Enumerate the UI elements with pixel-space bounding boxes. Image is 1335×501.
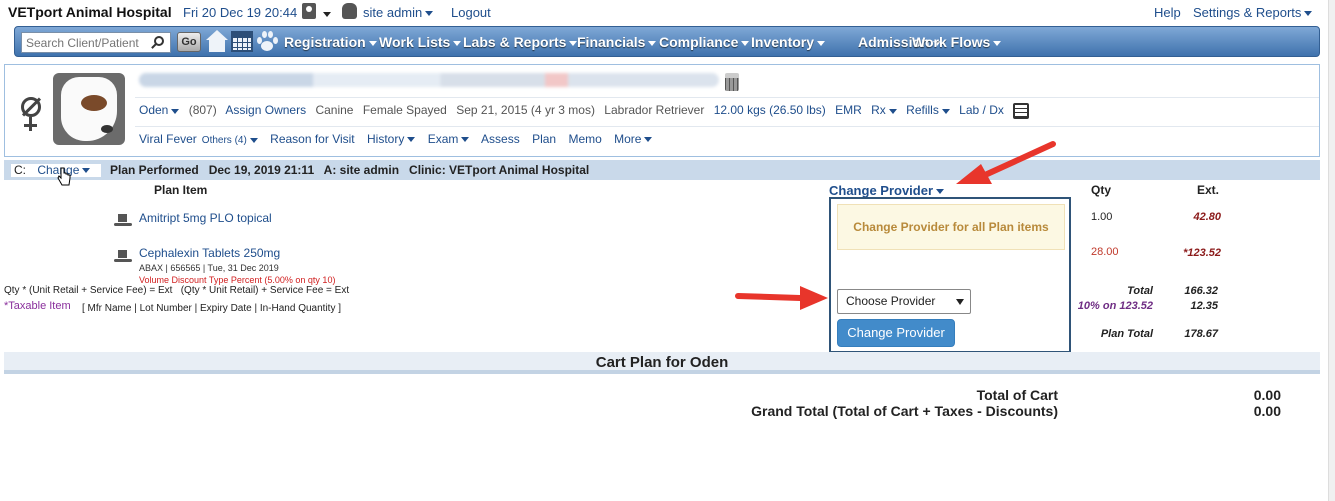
app-title: VETport Animal Hospital [8,4,172,20]
provider-select[interactable]: Choose Provider [837,289,971,314]
nav-compliance[interactable]: Compliance [659,34,749,50]
rx-menu[interactable]: Rx [871,103,897,117]
patient-photo[interactable] [53,73,125,145]
nav-inventory[interactable]: Inventory [751,34,825,50]
shield-user-icon [342,3,357,19]
user-profile-icon[interactable] [302,3,316,19]
forklift-icon [114,213,132,227]
clipboard-icon[interactable] [1013,103,1030,119]
more-menu[interactable]: More [614,132,652,146]
nav-work-flows[interactable]: Work Flows [912,34,1001,50]
qty-header: Qty [1091,183,1112,197]
plan-item-detail: ABAX | 656565 | Tue, 31 Dec 2019 [139,263,279,273]
nav-work-lists[interactable]: Work Lists [379,34,461,50]
plan-item-qty: 28.00 [1091,246,1119,258]
ext-formula-legend: Qty * (Unit Retail + Service Fee) = Ext … [4,285,350,296]
volume-discount-note: Volume Discount Type Percent (5.00% on q… [139,275,336,285]
others-menu[interactable]: Others (4) [202,135,258,146]
soap-links-row: Viral Fever Others (4) Reason for Visit H… [139,132,661,146]
change-provider-button[interactable]: Change Provider [837,319,955,347]
history-menu[interactable]: History [367,132,415,146]
female-spayed-icon [19,95,43,133]
assign-owners-link[interactable]: Assign Owners [225,103,306,117]
change-provider-menu[interactable]: Change Provider [829,183,944,198]
vertical-scrollbar[interactable] [1328,0,1335,501]
plan-item-header: Plan Item [154,183,208,197]
hand-cursor-icon [57,167,71,186]
reason-for-visit-link[interactable]: Reason for Visit [270,132,355,146]
discount-value: 12.35 [1190,300,1218,312]
search-icon[interactable] [154,36,164,46]
nav-financials[interactable]: Financials [577,34,656,50]
refills-menu[interactable]: Refills [906,103,950,117]
main-nav-bar: Go Registration Work Lists Labs & Report… [14,26,1320,57]
annotation-arrowhead-provider-select [800,286,828,310]
problem-link[interactable]: Viral Fever [139,132,197,146]
item-detail-legend: [ Mfr Name | Lot Number | Expiry Date | … [82,303,341,314]
plan-performed-info: Plan Performed Dec 19, 2019 21:11 A: sit… [110,163,590,177]
search-client-patient-input[interactable] [21,32,171,53]
total-value: 166.32 [1184,285,1218,297]
settings-reports-menu[interactable]: Settings & Reports [1193,5,1312,20]
calculator-icon[interactable] [725,73,739,91]
plan-total-label: Plan Total [1100,328,1153,340]
cart-plan-bar: Cart Plan for Oden [4,352,1320,374]
help-link[interactable]: Help [1154,5,1181,20]
breed: Labrador Retriever [604,103,705,118]
owner-info-redacted [139,73,719,87]
plan-total-value: 178.67 [1184,328,1218,340]
plan-item-name[interactable]: Amitript 5mg PLO topical [139,211,272,225]
total-label: Total [1127,285,1153,297]
plan-item-name[interactable]: Cephalexin Tablets 250mg [139,246,280,260]
change-provider-popup: Change Provider for all Plan items Choos… [829,197,1071,353]
taxable-legend: *Taxable Item [4,300,71,312]
plan-link[interactable]: Plan [532,132,556,146]
calendar-icon[interactable] [231,31,253,52]
assess-link[interactable]: Assess [481,132,520,146]
nav-labs-reports[interactable]: Labs & Reports [463,34,577,50]
date-of-birth: Sep 21, 2015 (4 yr 3 mos) [456,103,595,118]
grand-total-label: Grand Total (Total of Cart + Taxes - Dis… [751,403,1058,419]
total-of-cart-label: Total of Cart [976,387,1058,403]
top-bar: VETport Animal Hospital Fri 20 Dec 19 20… [0,0,1335,25]
user-menu[interactable]: site admin [363,5,433,20]
forklift-icon [114,249,132,263]
change-clinician-box: C: Change [10,163,102,178]
nav-registration[interactable]: Registration [284,34,377,50]
paw-icon[interactable] [256,30,278,52]
exam-menu[interactable]: Exam [428,132,470,146]
date-time: Fri 20 Dec 19 20:44 [183,5,298,20]
plan-info-bar: C: Change Plan Performed Dec 19, 2019 21… [4,160,1320,180]
ext-header: Ext. [1197,183,1220,197]
user-menu-caret[interactable] [320,7,331,21]
logout-link[interactable]: Logout [451,5,491,20]
patient-panel: Oden (807) Assign Owners Canine Female S… [4,64,1320,157]
emr-link[interactable]: EMR [835,103,862,117]
patient-summary-row: Oden (807) Assign Owners Canine Female S… [139,103,1035,119]
sex: Female Spayed [362,103,447,118]
total-of-cart-value: 0.00 [1253,387,1281,403]
discount-label: 10% on 123.52 [1077,300,1153,312]
taxable-item-label: Taxable Item [8,300,71,312]
memo-link[interactable]: Memo [568,132,601,146]
plan-item-ext: 42.80 [1193,211,1221,223]
lab-dx-link[interactable]: Lab / Dx [959,103,1004,117]
clinician-label: C: [14,163,26,177]
plan-item-ext: *123.52 [1183,247,1221,259]
popup-info-message: Change Provider for all Plan items [837,204,1065,250]
go-button[interactable]: Go [177,32,201,52]
patient-name-menu[interactable]: Oden [139,103,179,117]
species: Canine [315,103,354,118]
home-icon[interactable] [206,30,228,52]
annotation-arrow-provider-select [735,293,803,301]
cart-plan-title: Cart Plan for Oden [595,354,729,371]
weight[interactable]: 12.00 kgs (26.50 lbs) [714,103,826,117]
plan-item-qty: 1.00 [1091,211,1113,223]
grand-total-value: 0.00 [1253,403,1281,419]
patient-id: (807) [188,103,217,118]
